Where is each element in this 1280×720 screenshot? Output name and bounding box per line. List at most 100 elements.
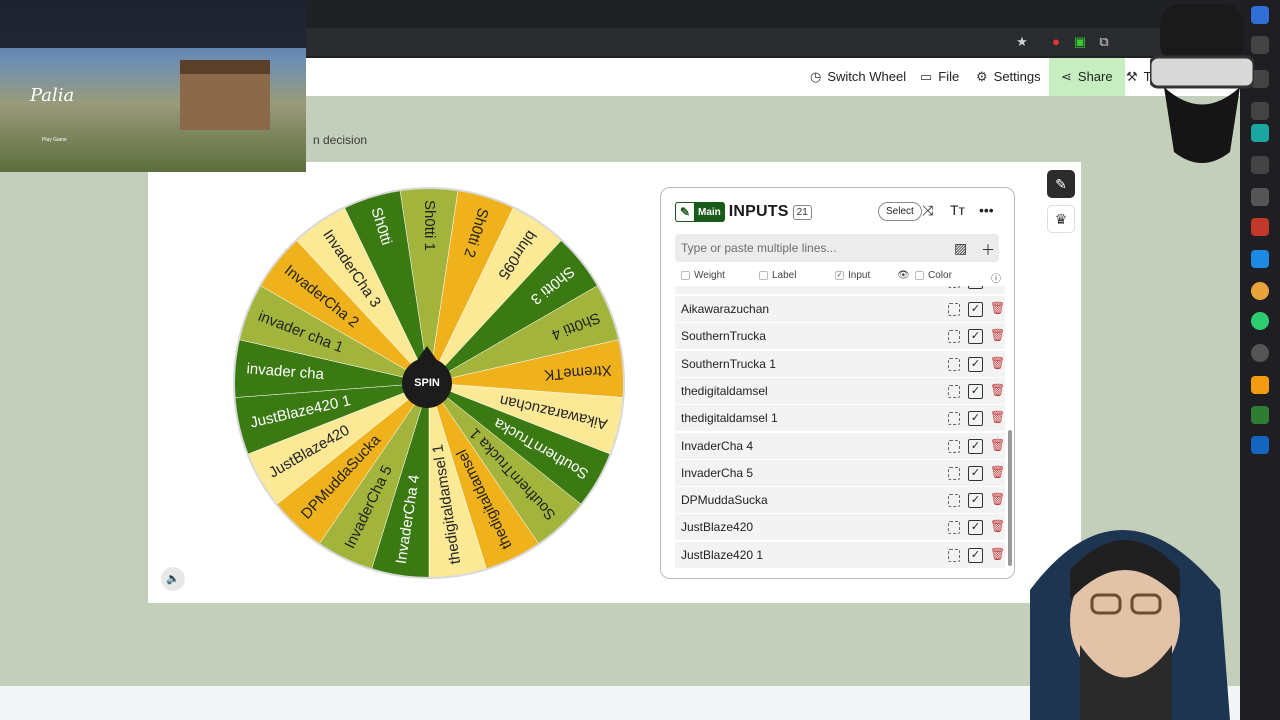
trash-icon[interactable]: 🗑 [990,286,1005,287]
wheel-segment-label: Sh0tti 1 [421,200,438,251]
share-button[interactable]: ⋖ Share [1049,58,1125,96]
enabled-checkbox[interactable]: ✓ [968,356,983,372]
enabled-checkbox[interactable]: ✓ [968,383,983,399]
row-label[interactable]: JustBlaze420 [681,514,753,541]
enabled-checkbox[interactable]: ✓ [968,411,983,427]
extensions-puzzle-icon[interactable]: ⧉ [1095,33,1113,51]
edit-wheel-icon[interactable]: ✎ [1047,170,1075,198]
input-checkbox[interactable]: ✓ [835,271,844,280]
app-icon[interactable] [1251,188,1269,206]
duplicate-icon[interactable] [948,548,960,562]
column-color[interactable]: Color [915,270,952,281]
app-icon[interactable] [1251,344,1269,362]
extension-capture-icon[interactable]: ▣ [1071,33,1089,51]
shuffle-icon[interactable]: ⤨ [922,202,933,219]
app-icon[interactable] [1251,406,1269,424]
text-size-icon[interactable]: Tт [950,202,965,218]
edge-icon[interactable] [1251,250,1269,268]
enabled-checkbox[interactable]: ✓ [968,465,983,481]
row-label[interactable]: SouthernTrucka [681,323,766,350]
more-menu-icon[interactable]: ••• [979,202,994,218]
row-label[interactable]: thedigitaldamsel [681,378,768,405]
duplicate-icon[interactable] [948,439,960,453]
table-row: InvaderCha 5 ✓ 🗑 [675,459,1005,487]
duplicate-icon[interactable] [948,521,960,535]
vlc-icon[interactable] [1251,376,1269,394]
label-label: Label [772,270,797,281]
enabled-checkbox[interactable]: ✓ [968,302,983,317]
weight-label: Weight [694,270,725,281]
table-row: Aikawarazuchan ✓ 🗑 [675,296,1005,323]
enabled-checkbox[interactable]: ✓ [968,547,983,563]
duplicate-icon[interactable] [948,330,960,344]
duplicate-icon[interactable] [948,466,960,480]
trash-icon[interactable]: 🗑 [990,410,1005,424]
file-label: File [938,69,960,84]
table-row: SouthernTrucka 1 ✓ 🗑 [675,350,1005,378]
trash-icon[interactable]: 🗑 [990,438,1005,452]
avatar-overlay [1150,4,1254,163]
game-launcher-strip [0,0,306,48]
column-label[interactable]: Label [759,270,796,281]
enabled-checkbox[interactable]: ✓ [968,329,983,345]
color-checkbox[interactable] [915,271,924,280]
row-label[interactable]: InvaderCha 4 [681,433,753,460]
edit-icon: ✎ [675,202,695,222]
game-overlay-thumbnail: Palia Play Game [0,0,306,172]
switch-wheel-label: Switch Wheel [827,69,907,84]
trash-icon[interactable]: 🗑 [990,301,1005,315]
duplicate-icon[interactable] [948,357,960,371]
app-icon[interactable] [1251,312,1269,330]
column-input[interactable]: ✓ Input [835,270,870,281]
extension-record-icon[interactable]: ● [1047,33,1065,51]
image-icon[interactable]: ▨ [954,240,967,257]
duplicate-icon[interactable] [948,384,960,398]
trash-icon[interactable]: 🗑 [990,356,1005,370]
table-row: DPMuddaSucka ✓ 🗑 [675,487,1005,515]
enabled-checkbox[interactable]: ✓ [968,438,983,454]
trophy-icon[interactable]: ♛ [1047,205,1075,233]
paste-input[interactable] [681,234,941,262]
duplicate-icon[interactable] [948,494,960,508]
main-badge[interactable]: ✎ Main [675,202,725,222]
duplicate-icon[interactable] [948,303,960,316]
select-button[interactable]: Select [878,202,922,221]
trash-icon[interactable]: 🗑 [990,328,1005,342]
app-icon[interactable] [1251,218,1269,236]
row-label[interactable]: InvaderCha 5 [681,460,753,487]
spin-button[interactable]: SPIN [402,358,452,408]
eye-icon[interactable]: 👁 [897,270,910,281]
file-button[interactable]: ▭ File [920,58,959,96]
enabled-checkbox[interactable]: ✓ [968,493,983,509]
weight-checkbox[interactable] [681,271,690,280]
input-label: Input [848,270,871,281]
row-label[interactable]: JustBlaze420 1 [681,542,763,569]
add-icon[interactable]: ＋ [981,240,995,260]
row-label[interactable]: Aikawarazuchan [681,296,769,323]
bookmark-star-icon[interactable]: ★ [1013,33,1031,51]
game-house-art [180,60,270,130]
info-icon[interactable]: ⓘ [991,270,1001,285]
chrome-icon[interactable] [1251,282,1269,300]
table-row: SouthernTrucka ✓ 🗑 [675,323,1005,351]
table-row: ✓🗑 [675,286,1005,295]
row-label[interactable]: thedigitaldamsel 1 [681,405,778,432]
table-row: thedigitaldamsel ✓ 🗑 [675,377,1005,405]
switch-wheel-button[interactable]: ◷ Switch Wheel [810,58,906,96]
sound-icon[interactable]: 🔈 [161,567,185,591]
trash-icon[interactable]: 🗑 [990,465,1005,479]
duplicate-icon[interactable] [948,412,960,426]
enabled-checkbox[interactable]: ✓ [968,520,983,536]
label-checkbox[interactable] [759,271,768,280]
share-icon: ⋖ [1061,69,1072,84]
shield-icon[interactable] [1251,436,1269,454]
row-label[interactable]: SouthernTrucka 1 [681,351,776,378]
duplicate-icon[interactable] [948,286,960,288]
trash-icon[interactable]: 🗑 [990,383,1005,397]
app-header: ◷ Switch Wheel ▭ File ⚙ Settings ⋖ Share… [306,58,1240,96]
enabled-checkbox[interactable]: ✓ [968,286,983,289]
column-weight[interactable]: Weight [681,270,725,281]
settings-button[interactable]: ⚙ Settings [976,58,1041,96]
wrench-icon: ⚒ [1126,69,1138,84]
row-label[interactable]: DPMuddaSucka [681,487,768,514]
